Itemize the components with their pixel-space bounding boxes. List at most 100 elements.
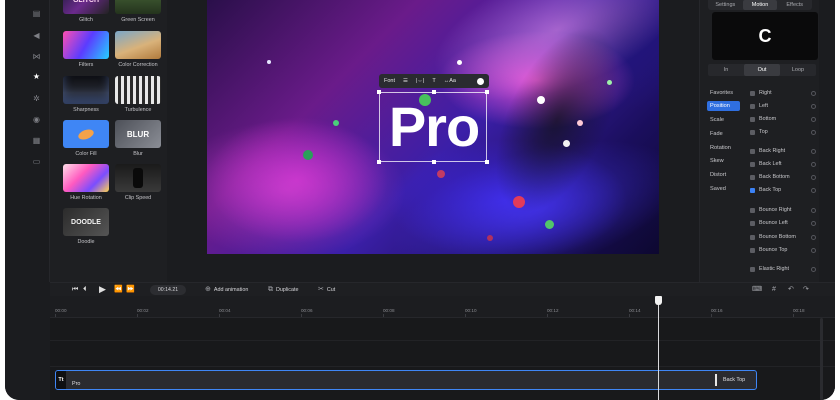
phase-in[interactable]: In <box>708 64 744 76</box>
record-icon[interactable]: ◉ <box>32 115 41 124</box>
anim-bounce-left[interactable]: Bounce Left <box>750 218 816 228</box>
checkbox[interactable] <box>750 266 755 272</box>
category-skew[interactable]: Skew <box>707 156 740 166</box>
tab-motion[interactable]: Motion <box>742 0 778 10</box>
favorite-icon[interactable] <box>811 234 816 240</box>
timeline-scrollbar[interactable] <box>820 318 823 400</box>
template-icon[interactable]: ▦ <box>32 136 41 145</box>
effect-clip-speed[interactable]: Clip Speed <box>114 164 162 201</box>
anim-back-right[interactable]: Back Right <box>750 146 816 156</box>
clip-out-animation[interactable]: Back Top <box>715 374 745 386</box>
checkbox[interactable] <box>750 148 755 154</box>
favorite-icon[interactable] <box>811 116 816 122</box>
favorite-icon[interactable] <box>811 103 816 109</box>
time-ruler[interactable]: 00:00 00:02 00:04 00:06 00:08 00:10 00:1… <box>50 296 835 318</box>
effect-sharpness[interactable]: Sharpness <box>62 76 110 113</box>
checkbox[interactable] <box>750 103 755 109</box>
category-scale[interactable]: Scale <box>707 115 740 125</box>
color-picker-dot[interactable] <box>477 77 484 85</box>
effects-star-icon[interactable]: ★ <box>32 72 41 81</box>
play-icon[interactable]: ▶ <box>99 285 106 294</box>
effect-green-screen[interactable]: Green Screen <box>114 0 162 23</box>
anim-bounce-bottom[interactable]: Bounce Bottom <box>750 232 816 242</box>
add-animation-button[interactable]: ⊕ Add animation <box>205 285 248 295</box>
anim-top[interactable]: Top <box>750 127 816 137</box>
overlay-text[interactable]: Pro <box>380 97 488 157</box>
effect-turbulence[interactable]: Turbulence <box>114 76 162 113</box>
anim-elastic-right[interactable]: Elastic Right <box>750 264 816 274</box>
favorite-icon[interactable] <box>811 174 816 180</box>
anim-bounce-right[interactable]: Bounce Right <box>750 205 816 215</box>
audio-icon[interactable]: ◀ <box>32 31 41 40</box>
cut-button[interactable]: ✂ Cut <box>318 285 335 295</box>
category-position[interactable]: Position <box>707 101 740 111</box>
category-fade[interactable]: Fade <box>707 129 740 139</box>
anim-left[interactable]: Left <box>750 101 816 111</box>
case-icon[interactable]: T <box>432 78 435 84</box>
effect-blur[interactable]: BLUR Blur <box>114 120 162 157</box>
checkbox[interactable] <box>750 174 755 180</box>
favorite-icon[interactable] <box>811 187 816 193</box>
redo-icon[interactable]: ↷ <box>803 286 809 294</box>
undo-icon[interactable]: ↶ <box>788 286 794 294</box>
transitions-icon[interactable]: ⋈ <box>32 52 41 61</box>
media-icon[interactable]: ▤ <box>32 9 41 18</box>
checkbox[interactable] <box>750 116 755 122</box>
playhead-handle[interactable] <box>655 296 662 305</box>
resize-handle[interactable] <box>485 160 489 164</box>
step-back-icon[interactable]: ⏴ <box>83 286 87 294</box>
anim-back-top[interactable]: Back Top <box>750 185 816 195</box>
spacing-icon[interactable]: |⇔| <box>416 78 424 84</box>
favorite-icon[interactable] <box>811 207 816 213</box>
favorite-icon[interactable] <box>811 90 816 96</box>
category-distort[interactable]: Distort <box>707 170 740 180</box>
tab-effects[interactable]: Effects <box>777 0 812 10</box>
favorite-icon[interactable] <box>811 148 816 154</box>
keyboard-icon[interactable]: ⌨ <box>752 286 762 294</box>
grid-icon[interactable]: # <box>772 286 776 294</box>
category-favorites[interactable]: Favorites <box>707 88 740 98</box>
text-clip[interactable]: Tt Pro Back Top <box>55 370 757 390</box>
skip-start-icon[interactable]: ⏮ <box>72 286 78 294</box>
anim-back-left[interactable]: Back Left <box>750 159 816 169</box>
effect-hue-rotation[interactable]: Hue Rotation <box>62 164 110 201</box>
resize-handle[interactable] <box>485 90 489 94</box>
checkbox-checked[interactable] <box>750 187 755 193</box>
resize-handle[interactable] <box>432 90 436 94</box>
anim-bottom[interactable]: Bottom <box>750 114 816 124</box>
checkbox[interactable] <box>750 90 755 96</box>
checkbox[interactable] <box>750 220 755 226</box>
phase-out[interactable]: Out <box>744 64 780 76</box>
favorite-icon[interactable] <box>811 161 816 167</box>
category-rotation[interactable]: Rotation <box>707 143 740 153</box>
favorite-icon[interactable] <box>811 220 816 226</box>
resize-handle[interactable] <box>377 160 381 164</box>
size-icon[interactable]: ↔Aa <box>444 78 456 84</box>
checkbox[interactable] <box>750 234 755 240</box>
rewind-icon[interactable]: ⏪ <box>114 286 123 294</box>
favorite-icon[interactable] <box>811 266 816 272</box>
anim-bounce-top[interactable]: Bounce Top <box>750 245 816 255</box>
text-layer-selection[interactable]: Pro <box>377 90 489 164</box>
checkbox[interactable] <box>750 161 755 167</box>
anim-right[interactable]: Right <box>750 88 816 98</box>
phase-loop[interactable]: Loop <box>780 64 816 76</box>
checkbox[interactable] <box>750 247 755 253</box>
elements-icon[interactable]: ✲ <box>32 94 41 103</box>
font-button[interactable]: Font <box>384 78 395 84</box>
category-saved[interactable]: Saved <box>707 184 740 194</box>
align-icon[interactable]: ☰ <box>403 78 408 84</box>
anim-back-bottom[interactable]: Back Bottom <box>750 172 816 182</box>
tab-settings[interactable]: Settings <box>708 0 743 10</box>
effect-color-correction[interactable]: Color Correction <box>114 31 162 68</box>
effect-filters[interactable]: Filters <box>62 31 110 68</box>
resize-handle[interactable] <box>432 160 436 164</box>
effect-glitch[interactable]: GLITCH Glitch <box>62 0 110 23</box>
checkbox[interactable] <box>750 207 755 213</box>
captions-icon[interactable]: ▭ <box>32 157 41 166</box>
resize-handle[interactable] <box>377 90 381 94</box>
favorite-icon[interactable] <box>811 129 816 135</box>
fast-forward-icon[interactable]: ⏩ <box>126 286 135 294</box>
video-canvas[interactable]: Font ☰ |⇔| T ↔Aa Pro <box>207 0 659 254</box>
effect-doodle[interactable]: DOODLE Doodle <box>62 208 110 245</box>
